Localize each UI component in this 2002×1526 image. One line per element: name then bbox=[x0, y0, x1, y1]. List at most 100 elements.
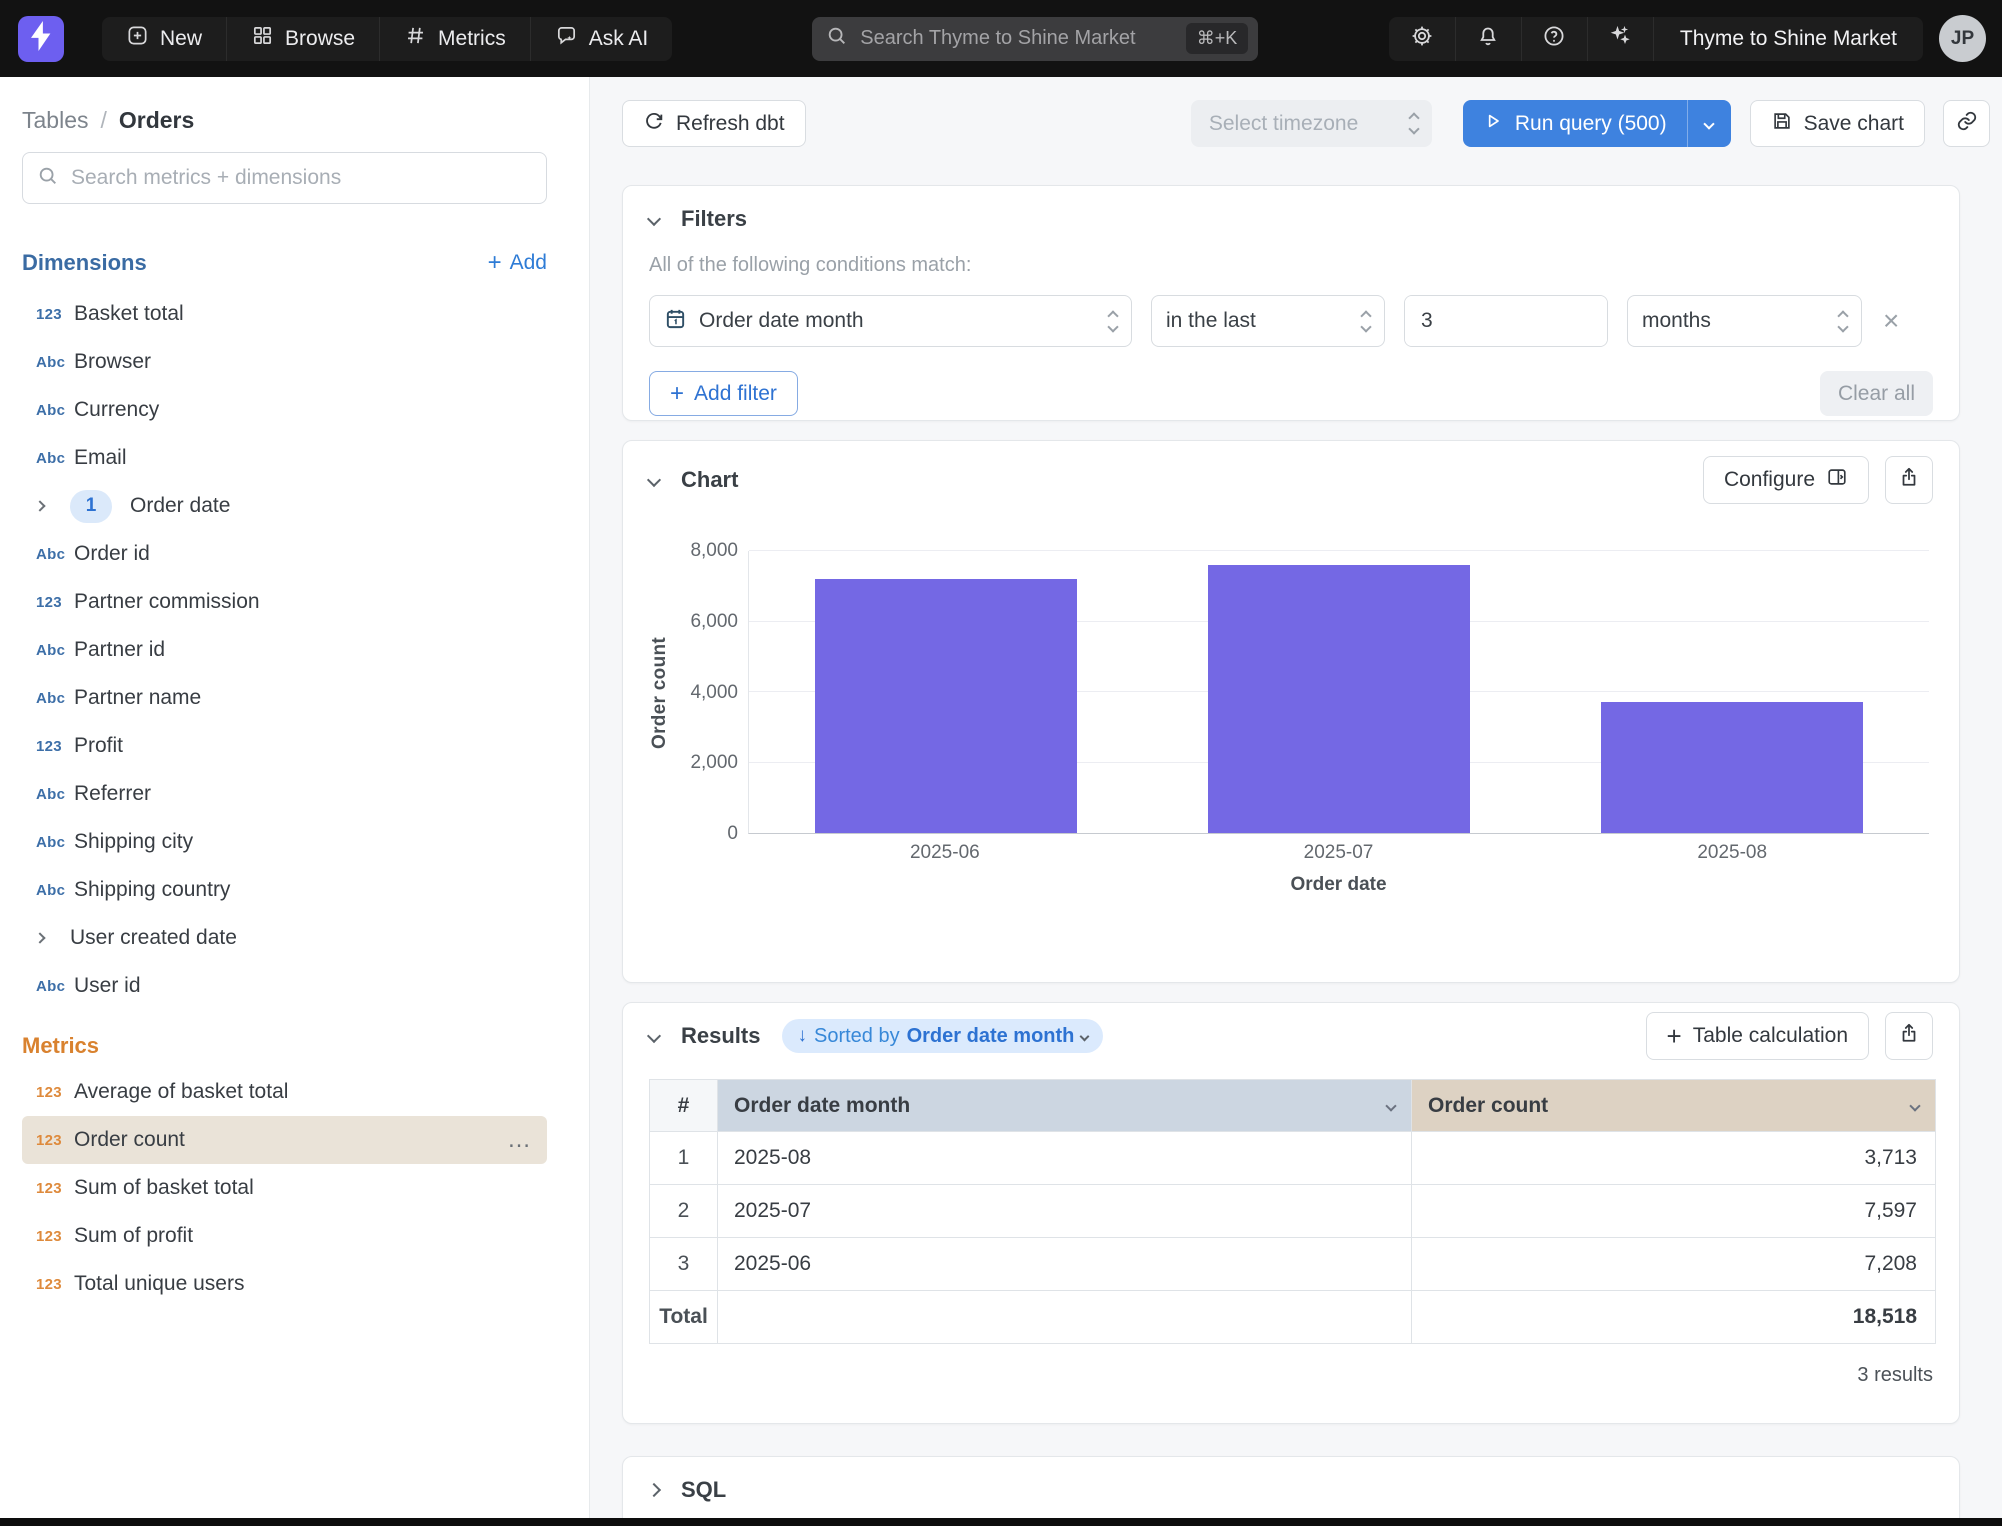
table-calculation-button[interactable]: + Table calculation bbox=[1646, 1012, 1869, 1060]
sidebar-item-label: Profit bbox=[74, 734, 123, 758]
collapse-results-icon[interactable] bbox=[647, 1029, 661, 1043]
sidebar-item-partner-commission[interactable]: 123Partner commission bbox=[22, 578, 547, 626]
filter-value-input[interactable] bbox=[1405, 296, 1608, 346]
text-field-icon: Abc bbox=[36, 690, 70, 707]
column-header-order-date-month[interactable]: Order date month bbox=[718, 1080, 1412, 1132]
add-filter-button[interactable]: + Add filter bbox=[649, 371, 798, 416]
save-chart-button[interactable]: Save chart bbox=[1750, 100, 1925, 147]
nav-item-label: New bbox=[160, 27, 202, 51]
sidebar-item-sum-of-profit[interactable]: 123Sum of profit bbox=[22, 1212, 547, 1260]
share-link-button[interactable] bbox=[1943, 100, 1990, 147]
filter-rule-row: Order date month in the last bbox=[649, 295, 1933, 347]
text-field-icon: Abc bbox=[36, 546, 70, 563]
search-icon bbox=[37, 165, 59, 192]
fields-search[interactable] bbox=[22, 152, 547, 204]
filter-value-input-group bbox=[1404, 295, 1608, 347]
window-edge bbox=[0, 1518, 2002, 1526]
sidebar-item-shipping-country[interactable]: AbcShipping country bbox=[22, 866, 547, 914]
chevron-down-icon bbox=[1385, 1100, 1396, 1111]
collapse-chart-icon[interactable] bbox=[647, 473, 661, 487]
sidebar-item-partner-id[interactable]: AbcPartner id bbox=[22, 626, 547, 674]
more-menu-icon[interactable]: … bbox=[507, 1126, 533, 1154]
side-panel-icon bbox=[1826, 466, 1848, 494]
sidebar-item-average-of-basket-total[interactable]: 123Average of basket total bbox=[22, 1068, 547, 1116]
sidebar-item-shipping-city[interactable]: AbcShipping city bbox=[22, 818, 547, 866]
sort-direction-icon: ↓ bbox=[797, 1025, 807, 1047]
sidebar-item-order-count[interactable]: 123 Order count … bbox=[22, 1116, 547, 1164]
global-search[interactable]: ⌘+K bbox=[812, 17, 1258, 61]
table-row: 1 2025-08 3,713 bbox=[650, 1132, 1936, 1185]
row-number-cell: 3 bbox=[650, 1238, 718, 1291]
row-number-header: # bbox=[650, 1080, 718, 1132]
help-icon bbox=[1542, 24, 1566, 53]
nav-item-ask-ai[interactable]: Ask AI bbox=[530, 17, 673, 61]
sparkles-icon bbox=[1608, 24, 1632, 53]
org-name: Thyme to Shine Market bbox=[1680, 27, 1897, 51]
bar-chart: Order count 8,000 6,000 4,000 2,000 0 bbox=[649, 551, 1929, 834]
export-results-button[interactable] bbox=[1885, 1012, 1933, 1060]
sidebar-item-user-created-date[interactable]: User created date bbox=[22, 914, 547, 962]
refresh-dbt-button[interactable]: Refresh dbt bbox=[622, 100, 806, 147]
column-header-label: Order count bbox=[1428, 1094, 1548, 1118]
run-query-options-button[interactable] bbox=[1687, 100, 1731, 147]
gear-icon bbox=[1410, 24, 1434, 53]
clear-all-label: Clear all bbox=[1838, 382, 1915, 406]
help-button[interactable] bbox=[1521, 17, 1587, 61]
expand-sql-icon[interactable] bbox=[647, 1483, 661, 1497]
sidebar-item-basket-total[interactable]: 123Basket total bbox=[22, 290, 547, 338]
user-avatar[interactable]: JP bbox=[1939, 15, 1986, 62]
sidebar-item-label: Average of basket total bbox=[74, 1080, 288, 1104]
sidebar-item-currency[interactable]: AbcCurrency bbox=[22, 386, 547, 434]
column-header-order-count[interactable]: Order count bbox=[1412, 1080, 1936, 1132]
filter-unit-select[interactable]: months bbox=[1627, 295, 1862, 347]
run-query-button[interactable]: Run query (500) bbox=[1463, 100, 1731, 147]
add-dimension-button[interactable]: + Add bbox=[488, 251, 547, 275]
sidebar-item-browser[interactable]: AbcBrowser bbox=[22, 338, 547, 386]
breadcrumb-tables-link[interactable]: Tables bbox=[22, 107, 88, 134]
sidebar-item-order-date[interactable]: 1 Order date bbox=[22, 482, 547, 530]
configure-chart-button[interactable]: Configure bbox=[1703, 456, 1869, 504]
refresh-icon bbox=[643, 110, 665, 138]
filter-operator-select[interactable]: in the last bbox=[1151, 295, 1385, 347]
y-axis: Order count 8,000 6,000 4,000 2,000 0 bbox=[649, 551, 748, 834]
filter-field-select[interactable]: Order date month bbox=[649, 295, 1132, 347]
sidebar-item-label: Partner name bbox=[74, 686, 201, 710]
sidebar-item-label: Partner commission bbox=[74, 590, 260, 614]
top-navbar: New Browse Metrics Ask AI bbox=[0, 0, 2002, 77]
export-chart-button[interactable] bbox=[1885, 456, 1933, 504]
nav-item-new[interactable]: New bbox=[102, 17, 226, 61]
clear-all-filters-button[interactable]: Clear all bbox=[1820, 371, 1933, 416]
notifications-button[interactable] bbox=[1455, 17, 1521, 61]
sidebar-item-email[interactable]: AbcEmail bbox=[22, 434, 547, 482]
text-field-icon: Abc bbox=[36, 450, 70, 467]
sidebar-item-profit[interactable]: 123Profit bbox=[22, 722, 547, 770]
nav-item-metrics[interactable]: Metrics bbox=[379, 17, 530, 61]
nav-item-browse[interactable]: Browse bbox=[226, 17, 379, 61]
sidebar-item-sum-of-basket-total[interactable]: 123Sum of basket total bbox=[22, 1164, 547, 1212]
filter-operator-value: in the last bbox=[1166, 309, 1256, 333]
org-switcher[interactable]: Thyme to Shine Market bbox=[1653, 17, 1923, 61]
number-metric-icon: 123 bbox=[36, 1084, 70, 1101]
app-logo[interactable] bbox=[18, 16, 64, 62]
y-axis-tick: 6,000 bbox=[690, 611, 738, 633]
filters-subtitle: All of the following conditions match: bbox=[649, 254, 1933, 277]
sort-pill[interactable]: ↓ Sorted by Order date month bbox=[782, 1019, 1103, 1053]
sidebar-item-user-id[interactable]: AbcUser id bbox=[22, 962, 547, 1010]
sidebar-item-partner-name[interactable]: AbcPartner name bbox=[22, 674, 547, 722]
fields-search-input[interactable] bbox=[71, 166, 532, 190]
timezone-select[interactable]: Select timezone bbox=[1191, 100, 1432, 147]
global-search-input[interactable] bbox=[860, 27, 1185, 50]
sidebar-item-label: User id bbox=[74, 974, 141, 998]
number-field-icon: 123 bbox=[36, 594, 70, 611]
number-metric-icon: 123 bbox=[36, 1132, 70, 1149]
sidebar-item-label: Referrer bbox=[74, 782, 151, 806]
sidebar-item-referrer[interactable]: AbcReferrer bbox=[22, 770, 547, 818]
sidebar-item-order-id[interactable]: AbcOrder id bbox=[22, 530, 547, 578]
remove-filter-button[interactable]: × bbox=[1883, 305, 1899, 337]
share-icon bbox=[1898, 466, 1920, 494]
grid-icon bbox=[251, 24, 274, 53]
sidebar-item-total-unique-users[interactable]: 123Total unique users bbox=[22, 1260, 547, 1308]
ai-assistant-button[interactable] bbox=[1587, 17, 1653, 61]
collapse-filters-icon[interactable] bbox=[647, 212, 661, 226]
settings-button[interactable] bbox=[1389, 17, 1455, 61]
